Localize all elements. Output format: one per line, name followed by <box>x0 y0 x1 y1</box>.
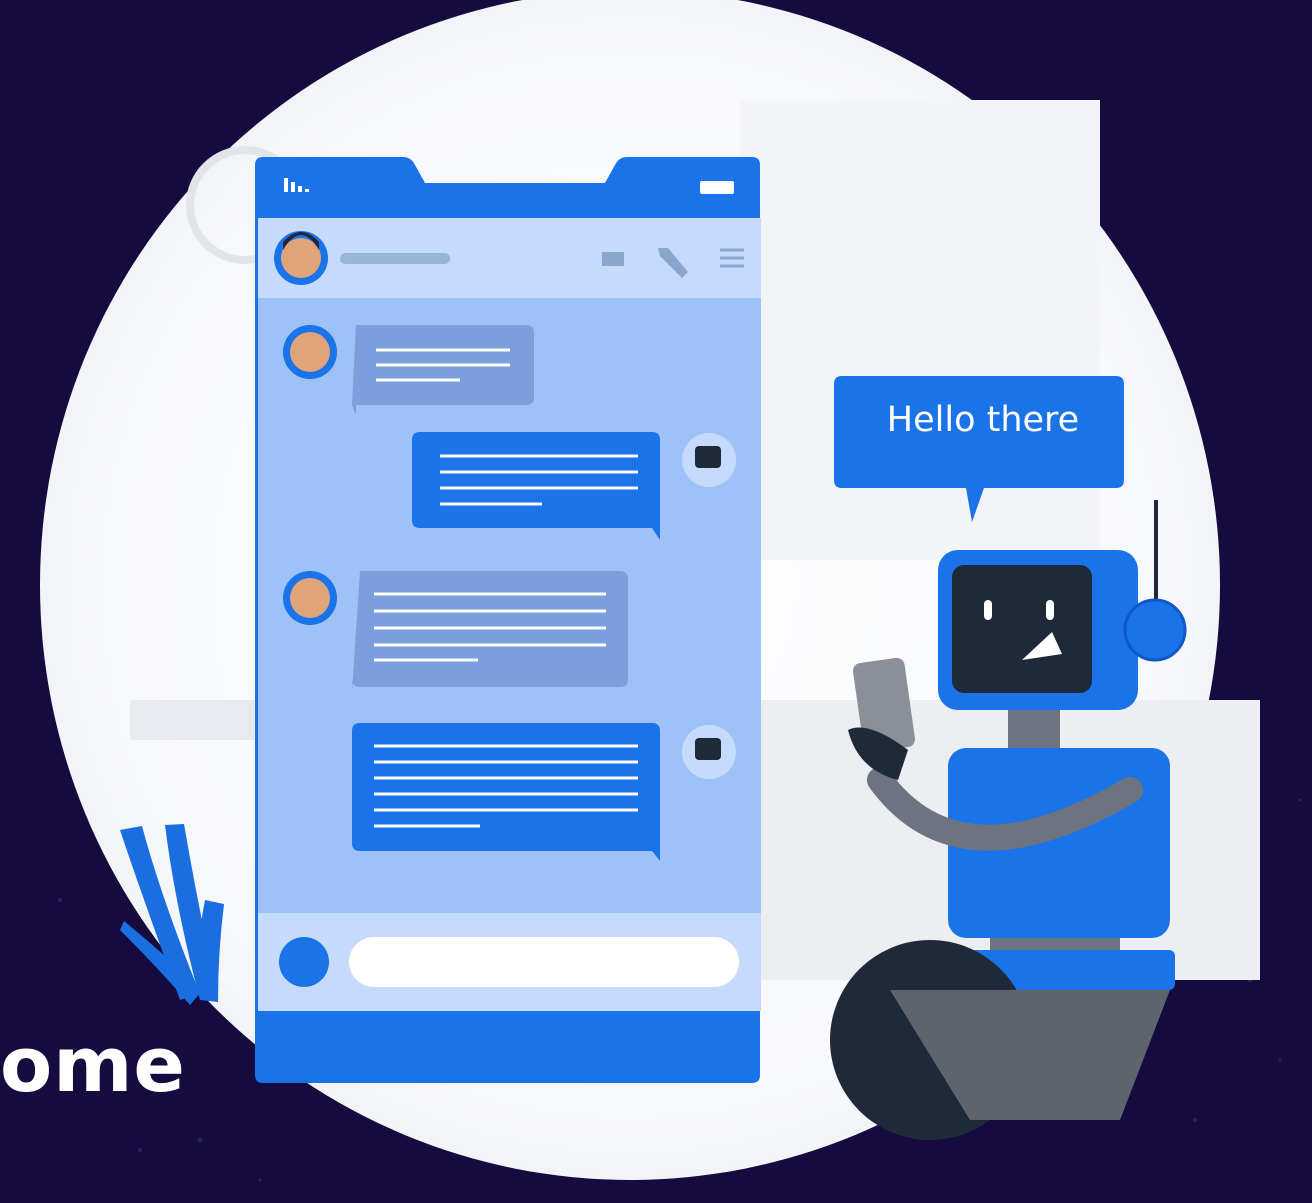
chatbot-illustration <box>120 100 1260 1140</box>
welcome-caption: ome <box>0 1020 186 1109</box>
plant-icon <box>120 824 224 1005</box>
send-button-icon[interactable] <box>279 937 329 987</box>
message-input[interactable] <box>349 937 739 987</box>
speech-bubble-text: Hello there <box>886 400 1080 440</box>
battery-icon <box>700 181 734 194</box>
video-call-icon[interactable] <box>602 252 624 266</box>
contact-avatar[interactable] <box>274 231 328 285</box>
contact-name-placeholder <box>340 253 450 264</box>
